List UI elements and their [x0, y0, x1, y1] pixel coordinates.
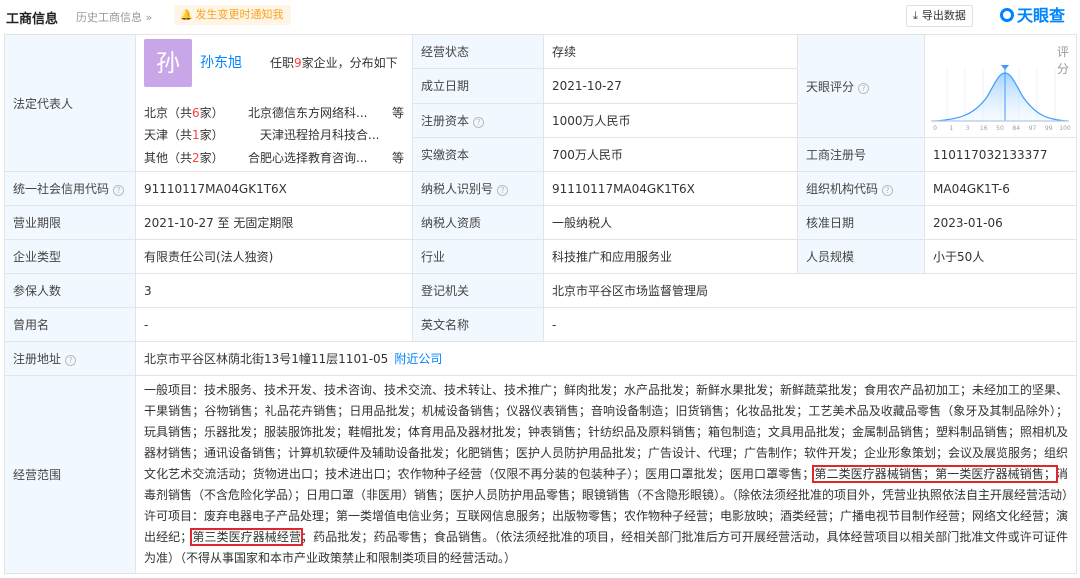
taxpayer-id-label: 纳税人识别号? [412, 171, 544, 206]
found-date-value: 2021-10-27 [543, 68, 798, 104]
help-icon[interactable]: ? [497, 185, 509, 196]
score-distribution-chart: 0 1 3 16 50 84 97 99 100 [930, 65, 1071, 132]
company-type-label: 企业类型 [4, 239, 136, 274]
legal-rep-name[interactable]: 孙东旭 [200, 52, 242, 72]
approve-date-value: 2023-01-06 [924, 205, 1077, 240]
region-row-beijing[interactable]: 北京（共6家） 北京德信东方网络科... 等 [144, 104, 404, 121]
business-scope-text: 一般项目：技术服务、技术开发、技术咨询、技术交流、技术转让、技术推广；鲜肉批发；… [144, 383, 1069, 565]
approve-date-label: 核准日期 [797, 205, 925, 240]
section-header: 工商信息 历史工商信息 » 🔔 发生变更时通知我 ⤓ 导出数据 天眼查 [0, 0, 1080, 34]
scope-label: 经营范围 [4, 375, 136, 574]
logo-icon [1000, 8, 1014, 22]
english-name-label: 英文名称 [412, 307, 544, 342]
score-marker-icon [1001, 65, 1009, 70]
org-code-value: MA04GK1T-6 [924, 171, 1077, 206]
english-name-value: - [543, 307, 1077, 342]
status-value: 存续 [543, 33, 798, 70]
reg-no-label: 工商注册号 [797, 137, 925, 172]
nearby-companies-link[interactable]: 附近公司 [394, 352, 442, 366]
bell-icon: 🔔 [180, 10, 193, 21]
taxpayer-id-value: 91110117MA04GK1T6X [543, 171, 798, 206]
address-cell: 北京市平谷区林荫北街13号1幢11层1101-05 附近公司 [135, 341, 1077, 376]
help-icon[interactable]: ? [882, 185, 894, 196]
authority-label: 登记机关 [412, 273, 544, 308]
section-title: 工商信息 [6, 12, 59, 27]
highlight-medical-device-1-2: 第二类医疗器械销售；第一类医疗器械销售； [812, 465, 1058, 483]
legal-rep-cell: 孙 孙东旭 任职9家企业，分布如下 北京（共6家） 北京德信东方网络科... 等 天… [135, 34, 413, 172]
score-tick-label: 84 [1012, 125, 1020, 132]
help-icon[interactable]: ? [473, 116, 485, 128]
found-date-label: 成立日期 [412, 68, 544, 104]
region-row-other[interactable]: 其他（共2家） 合肥心选择教育咨询... 等 [144, 149, 404, 166]
taxpayer-qual-label: 纳税人资质 [412, 205, 544, 240]
industry-label: 行业 [412, 239, 544, 274]
avatar[interactable]: 孙 [144, 39, 192, 87]
score-label: 天眼评分? [797, 34, 925, 138]
paid-capital-value: 700万人民币 [543, 137, 798, 172]
help-icon[interactable]: ? [858, 82, 870, 94]
insured-label: 参保人数 [4, 273, 136, 308]
score-tick-label: 0 [933, 125, 937, 132]
distribution-curve [930, 72, 1070, 122]
tick-labels: 0 1 3 16 50 84 97 99 100 [933, 125, 1071, 132]
score-tick-label: 3 [966, 125, 970, 132]
legal-rep-summary: 任职9家企业，分布如下 [270, 56, 398, 70]
export-button[interactable]: ⤓ 导出数据 [906, 5, 973, 27]
term-value: 2021-10-27 至 无固定期限 [135, 205, 413, 240]
reg-capital-value: 1000万人民币 [543, 102, 798, 139]
credit-code-value: 91110117MA04GK1T6X [135, 171, 413, 206]
tianyancha-logo: 天眼查 [1000, 5, 1065, 27]
reg-no-value: 110117032133377 [924, 137, 1077, 172]
score-cell[interactable]: 评分 73 [924, 34, 1077, 138]
taxpayer-qual-value: 一般纳税人 [543, 205, 798, 240]
status-label: 经营状态 [412, 33, 544, 70]
former-name-label: 曾用名 [4, 307, 136, 342]
history-link[interactable]: 历史工商信息 » [76, 9, 152, 25]
score-tick-label: 50 [996, 125, 1004, 132]
company-type-value: 有限责任公司(法人独资) [135, 239, 413, 274]
credit-code-label: 统一社会信用代码? [4, 171, 136, 206]
term-label: 营业期限 [4, 205, 136, 240]
reg-capital-label: 注册资本? [412, 102, 544, 139]
score-tick-label: 99 [1045, 125, 1053, 132]
staff-size-value: 小于50人 [924, 239, 1077, 274]
highlight-medical-device-3: 第三类医疗器械经营 [190, 528, 304, 546]
former-name-value: - [135, 307, 413, 342]
notify-button[interactable]: 🔔 发生变更时通知我 [174, 5, 292, 25]
export-icon: ⤓ [913, 9, 918, 22]
help-icon[interactable]: ? [113, 185, 125, 196]
insured-value: 3 [135, 273, 413, 308]
region-row-tianjin[interactable]: 天津（共1家） 天津迅程拾月科技合... [144, 126, 392, 143]
score-tick-label: 100 [1059, 125, 1071, 132]
paid-capital-label: 实缴资本 [412, 137, 544, 172]
legal-rep-label: 法定代表人 [4, 34, 136, 172]
org-code-label: 组织机构代码? [797, 171, 925, 206]
score-tick-label: 16 [980, 125, 988, 132]
address-value: 北京市平谷区林荫北街13号1幢11层1101-05 [144, 352, 389, 366]
address-label: 注册地址? [4, 341, 136, 376]
authority-value: 北京市平谷区市场监督管理局 [543, 273, 1077, 308]
staff-size-label: 人员规模 [797, 239, 925, 274]
business-info-table: 法定代表人 孙 孙东旭 任职9家企业，分布如下 北京（共6家） 北京德信东方网络科… [4, 33, 1077, 574]
business-scope-cell: 一般项目：技术服务、技术开发、技术咨询、技术交流、技术转让、技术推广；鲜肉批发；… [135, 375, 1077, 574]
score-tick-label: 97 [1029, 125, 1037, 132]
score-tick-label: 1 [949, 125, 953, 132]
industry-value: 科技推广和应用服务业 [543, 239, 798, 274]
help-icon[interactable]: ? [65, 355, 77, 366]
